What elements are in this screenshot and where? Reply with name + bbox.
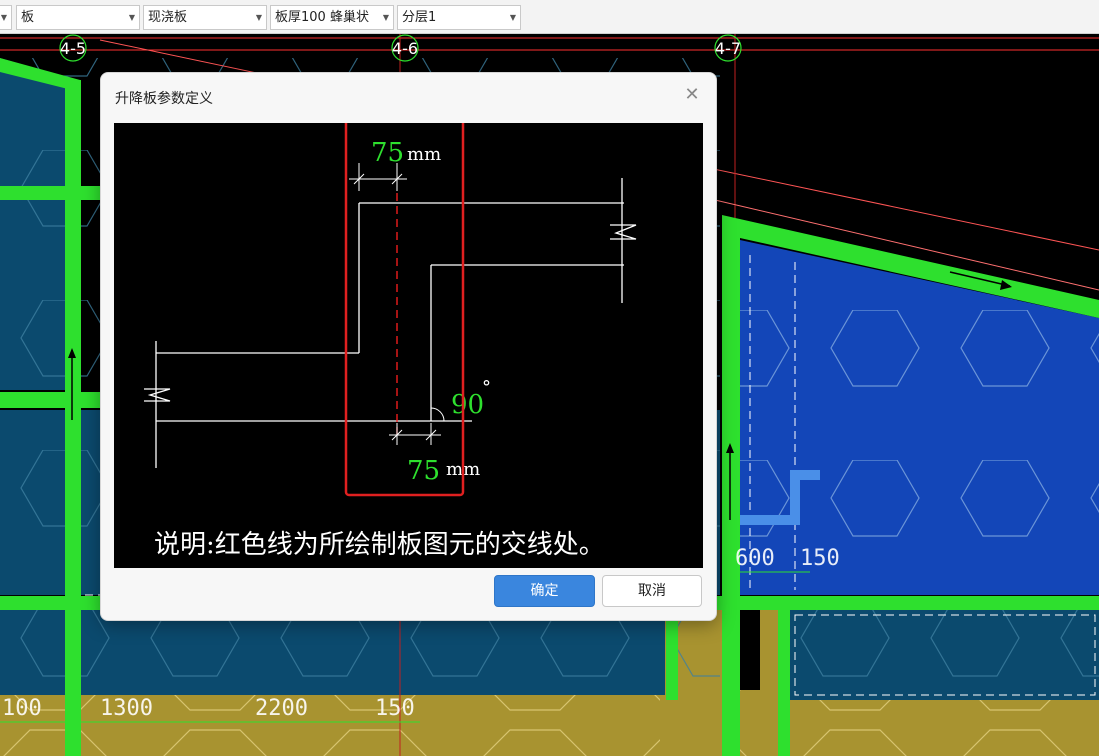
top-offset-value: 75: [371, 138, 404, 168]
dimension-label: 600: [735, 546, 775, 571]
dropdown-type[interactable]: ▼: [0, 5, 12, 30]
axis-label: 4-5: [60, 39, 86, 58]
axis-label: 4-6: [392, 39, 418, 58]
dropdown-slab-type-value: 现浇板: [148, 10, 188, 25]
dimension-label: 150: [800, 546, 840, 571]
parameter-diagram: 75 mm 75 mm 90 ° 说明:红色线为所绘制板图元的交线处。: [114, 123, 703, 568]
chevron-down-icon: ▼: [509, 13, 516, 22]
top-offset-unit: mm: [407, 144, 441, 165]
chevron-down-icon: ▼: [382, 13, 389, 22]
dropdown-slab-type[interactable]: 现浇板 ▼: [143, 5, 267, 30]
beam: [65, 80, 81, 756]
axis-label: 4-7: [715, 39, 741, 58]
dropdown-slab-name-value: 板厚100 蜂巢状: [275, 10, 369, 25]
dropdown-layer[interactable]: 分层1 ▼: [397, 5, 521, 30]
confirm-button[interactable]: 确定: [494, 575, 595, 607]
dialog-title: 升降板参数定义: [115, 91, 213, 107]
chevron-down-icon: ▼: [0, 13, 7, 22]
chevron-down-icon: ▼: [128, 13, 135, 22]
close-icon[interactable]: ✕: [682, 85, 702, 105]
dimension-label: 150: [375, 696, 415, 721]
diagram-note: 说明:红色线为所绘制板图元的交线处。: [154, 530, 605, 560]
dropdown-component[interactable]: 板 ▼: [16, 5, 140, 30]
angle-value: 90: [451, 390, 484, 420]
cancel-button[interactable]: 取消: [602, 575, 702, 607]
dimension-label: 100: [2, 696, 42, 721]
angle-unit: °: [482, 377, 491, 398]
bottom-offset-value: 75: [407, 456, 440, 486]
dropdown-slab-name[interactable]: 板厚100 蜂巢状 ▼: [270, 5, 394, 30]
dropdown-layer-value: 分层1: [402, 10, 437, 25]
dropdown-component-value: 板: [21, 10, 35, 25]
toolbar: ▼ 板 ▼ 现浇板 ▼ 板厚100 蜂巢状 ▼ 分层1 ▼: [0, 0, 1099, 34]
chevron-down-icon: ▼: [255, 13, 262, 22]
dimension-label: 1300: [100, 696, 153, 721]
dimension-label: 2200: [255, 696, 308, 721]
slab-elevation-dialog: 升降板参数定义 ✕ 75 mm 75 mm 90 ° 说明:红色线为所绘制板图元…: [100, 72, 717, 621]
